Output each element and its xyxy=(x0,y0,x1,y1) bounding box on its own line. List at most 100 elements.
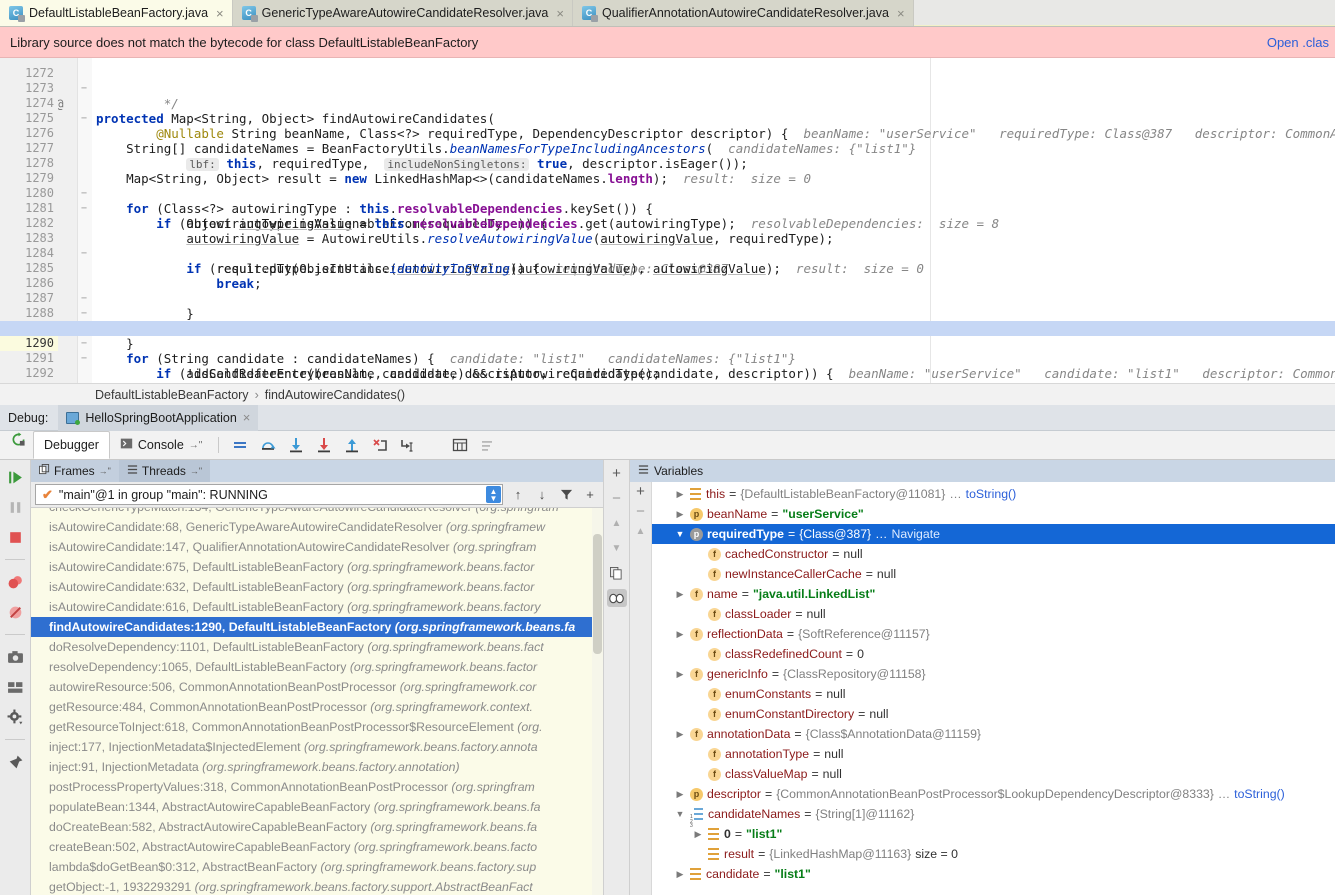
frame-row[interactable]: doResolveDependency:1101, DefaultListabl… xyxy=(31,637,603,657)
copy-value-icon[interactable] xyxy=(607,564,627,582)
drop-frame-icon[interactable] xyxy=(371,437,388,454)
expand-arrow-icon[interactable]: ▶ xyxy=(674,664,686,684)
variable-row[interactable]: ▼ 123 candidateNames = {String[1]@11162} xyxy=(652,804,1335,824)
move-down-icon[interactable]: ▼ xyxy=(607,539,627,557)
pin-tab-icon[interactable] xyxy=(5,752,25,772)
breadcrumb[interactable]: DefaultListableBeanFactory › findAutowir… xyxy=(0,383,1335,405)
frame-row[interactable]: checkGenericTypeMatch:134, GenericTypeAw… xyxy=(31,508,603,517)
settings-list-icon[interactable] xyxy=(479,437,496,454)
variables-tree[interactable]: ▶ this = {DefaultListableBeanFactory@110… xyxy=(652,482,1335,895)
add-icon[interactable]: + xyxy=(607,464,627,482)
rerun-icon[interactable] xyxy=(10,431,27,448)
frame-row[interactable]: doCreateBean:582, AbstractAutowireCapabl… xyxy=(31,817,603,837)
variable-row[interactable]: f classLoader = null xyxy=(652,604,1335,624)
tostring-link[interactable]: toString() xyxy=(1234,784,1285,804)
tab-frames[interactable]: Frames →" xyxy=(31,460,119,482)
frame-row[interactable]: getResourceToInject:618, CommonAnnotatio… xyxy=(31,717,603,737)
frame-row[interactable]: createBean:502, AbstractAutowireCapableB… xyxy=(31,837,603,857)
remove-icon[interactable]: − xyxy=(607,489,627,507)
evaluate-expression-icon[interactable] xyxy=(451,437,468,454)
open-class-link[interactable]: Open .clas xyxy=(1267,35,1329,50)
add-icon[interactable]: + xyxy=(581,486,599,504)
variable-row[interactable]: f annotationType = null xyxy=(652,744,1335,764)
variable-row-selected[interactable]: ▼ p requiredType = {Class@387} … Navigat… xyxy=(652,524,1335,544)
code-editor[interactable]: 1272 − */ 1273 @ protected Map<String, O… xyxy=(0,58,1335,383)
step-into-icon[interactable] xyxy=(287,437,304,454)
force-step-into-icon[interactable] xyxy=(315,437,332,454)
pause-program-icon[interactable] xyxy=(5,497,25,517)
tab-debugger[interactable]: Debugger xyxy=(33,431,110,459)
up-icon[interactable]: ▲ xyxy=(636,526,646,538)
view-breakpoints-icon[interactable] xyxy=(5,572,25,592)
breadcrumb-class[interactable]: DefaultListableBeanFactory xyxy=(95,388,249,402)
spinner-buttons-icon[interactable]: ▲▼ xyxy=(486,486,501,503)
expand-arrow-icon[interactable]: ▶ xyxy=(674,504,686,524)
variable-row[interactable]: f newInstanceCallerCache = null xyxy=(652,564,1335,584)
collapse-arrow-icon[interactable]: ▼ xyxy=(674,524,686,544)
variable-row[interactable]: ▶ p descriptor = {CommonAnnotationBeanPo… xyxy=(652,784,1335,804)
tab-threads[interactable]: Threads →" xyxy=(119,460,210,482)
frame-row[interactable]: getObject:-1, 1932293291 (org.springfram… xyxy=(31,877,603,895)
frame-row[interactable]: isAutowireCandidate:616, DefaultListable… xyxy=(31,597,603,617)
run-to-cursor-icon[interactable] xyxy=(399,437,416,454)
variable-row[interactable]: result = {LinkedHashMap@11163} size = 0 xyxy=(652,844,1335,864)
frames-list[interactable]: checkGenericTypeMatch:134, GenericTypeAw… xyxy=(31,508,603,895)
step-out-icon[interactable] xyxy=(343,437,360,454)
layout-icon[interactable] xyxy=(5,677,25,697)
frame-row[interactable]: resolveDependency:1065, DefaultListableB… xyxy=(31,657,603,677)
remove-watch-icon[interactable]: − xyxy=(636,506,645,518)
expand-arrow-icon[interactable]: ▶ xyxy=(674,864,686,884)
frame-row[interactable]: populateBean:1344, AbstractAutowireCapab… xyxy=(31,797,603,817)
variable-row[interactable]: ▶ f annotationData = {Class$AnnotationDa… xyxy=(652,724,1335,744)
variable-row[interactable]: ▶ f genericInfo = {ClassRepository@11158… xyxy=(652,664,1335,684)
frame-row[interactable]: isAutowireCandidate:147, QualifierAnnota… xyxy=(31,537,603,557)
frames-scrollbar[interactable] xyxy=(592,508,603,895)
frame-row[interactable]: isAutowireCandidate:68, GenericTypeAware… xyxy=(31,517,603,537)
frames-scrollbar-thumb[interactable] xyxy=(593,534,602,654)
variable-row[interactable]: ▶ 0 = "list1" xyxy=(652,824,1335,844)
variable-row[interactable]: ▶ f name = "java.util.LinkedList" xyxy=(652,584,1335,604)
thread-selector[interactable]: ✔ "main"@1 in group "main": RUNNING ▲▼ xyxy=(35,484,503,505)
frame-row-selected[interactable]: findAutowireCandidates:1290, DefaultList… xyxy=(31,617,603,637)
variable-row[interactable]: f cachedConstructor = null xyxy=(652,544,1335,564)
settings-gear-icon[interactable] xyxy=(5,707,25,727)
editor-tab-1[interactable]: C GenericTypeAwareAutowireCandidateResol… xyxy=(233,0,573,26)
mute-breakpoints-icon[interactable] xyxy=(5,602,25,622)
step-over-icon[interactable] xyxy=(259,437,276,454)
inspect-icon[interactable] xyxy=(607,589,627,607)
frame-row[interactable]: getResource:484, CommonAnnotationBeanPos… xyxy=(31,697,603,717)
add-watch-icon[interactable]: + xyxy=(636,486,645,498)
screenshot-icon[interactable] xyxy=(5,647,25,667)
editor-tab-0[interactable]: C DefaultListableBeanFactory.java × xyxy=(0,0,233,26)
variable-row[interactable]: f enumConstants = null xyxy=(652,684,1335,704)
navigate-link[interactable]: Navigate xyxy=(891,524,940,544)
expand-arrow-icon[interactable]: ▶ xyxy=(674,724,686,744)
frame-row[interactable]: postProcessPropertyValues:318, CommonAnn… xyxy=(31,777,603,797)
frame-row[interactable]: lambda$doGetBean$0:312, AbstractBeanFact… xyxy=(31,857,603,877)
variable-row[interactable]: ▶ candidate = "list1" xyxy=(652,864,1335,884)
expand-arrow-icon[interactable]: ▶ xyxy=(674,624,686,644)
move-up-icon[interactable]: ↑ xyxy=(509,486,527,504)
move-down-icon[interactable]: ↓ xyxy=(533,486,551,504)
breadcrumb-method[interactable]: findAutowireCandidates() xyxy=(265,388,405,402)
close-icon[interactable]: × xyxy=(243,410,251,425)
frame-row[interactable]: inject:91, InjectionMetadata (org.spring… xyxy=(31,757,603,777)
close-icon[interactable]: × xyxy=(556,7,564,20)
move-up-icon[interactable]: ▲ xyxy=(607,514,627,532)
tab-console[interactable]: Console →" xyxy=(110,431,212,459)
variable-row[interactable]: ▶ f reflectionData = {SoftReference@1115… xyxy=(652,624,1335,644)
expand-arrow-icon[interactable]: ▶ xyxy=(674,584,686,604)
expand-arrow-icon[interactable]: ▶ xyxy=(692,824,704,844)
collapse-arrow-icon[interactable]: ▼ xyxy=(674,804,686,824)
close-icon[interactable]: × xyxy=(216,7,224,20)
expand-arrow-icon[interactable]: ▶ xyxy=(674,784,686,804)
variable-row[interactable]: f classRedefinedCount = 0 xyxy=(652,644,1335,664)
filter-icon[interactable] xyxy=(557,486,575,504)
tostring-link[interactable]: toString() xyxy=(966,484,1017,504)
variable-row[interactable]: f enumConstantDirectory = null xyxy=(652,704,1335,724)
frame-row[interactable]: isAutowireCandidate:632, DefaultListable… xyxy=(31,577,603,597)
frame-row[interactable]: autowireResource:506, CommonAnnotationBe… xyxy=(31,677,603,697)
variable-row[interactable]: f classValueMap = null xyxy=(652,764,1335,784)
frame-row[interactable]: isAutowireCandidate:675, DefaultListable… xyxy=(31,557,603,577)
stop-icon[interactable] xyxy=(5,527,25,547)
